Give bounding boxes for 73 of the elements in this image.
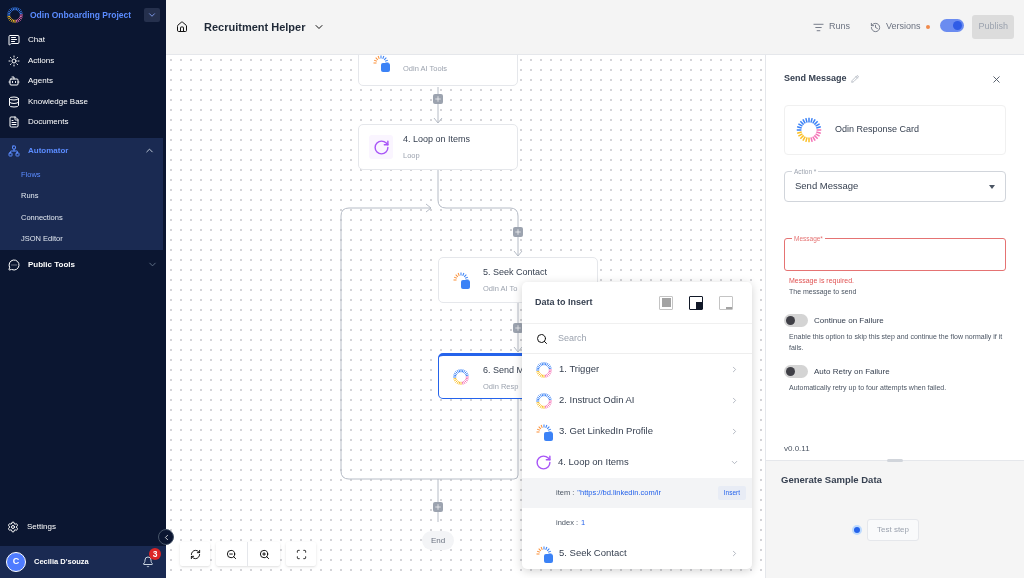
refresh-icon xyxy=(189,548,201,560)
panel-title: Send Message xyxy=(784,72,847,86)
loop-icon xyxy=(372,138,390,156)
live-toggle[interactable] xyxy=(940,19,965,32)
collapse-sidebar-button[interactable] xyxy=(158,529,174,545)
chat-icon xyxy=(8,258,20,271)
settings-link[interactable]: Settings xyxy=(27,521,56,533)
node-title: 4. Loop on Items xyxy=(403,133,471,146)
close-icon[interactable] xyxy=(991,73,1002,85)
database-icon xyxy=(8,95,20,108)
chevron-right-icon xyxy=(730,396,739,405)
search-icon xyxy=(536,332,548,345)
toggle-label: Continue on Failure xyxy=(814,314,884,327)
toggle-switch[interactable] xyxy=(784,365,808,378)
sidebar-item[interactable]: Documents xyxy=(0,112,166,133)
chevron-right-icon xyxy=(730,549,739,558)
versions-button[interactable]: Versions xyxy=(869,20,921,34)
project-logo-icon xyxy=(6,6,24,24)
layout-option[interactable] xyxy=(689,295,703,310)
notifications-icon[interactable] xyxy=(142,556,154,568)
version-label: v0.0.11 xyxy=(784,443,811,455)
end-node: End xyxy=(422,531,454,550)
node-title: 5. Seek Contact xyxy=(483,266,548,279)
document-icon xyxy=(8,116,20,129)
robot-icon xyxy=(8,75,20,88)
step-row[interactable]: 3. Get LinkedIn Profile xyxy=(522,416,752,447)
sidebar-item[interactable]: Chat xyxy=(0,30,166,51)
odin-logo-icon xyxy=(535,360,553,379)
home-icon[interactable] xyxy=(176,21,188,33)
loading-indicator xyxy=(852,525,862,536)
user-avatar[interactable]: C xyxy=(6,552,26,572)
odin-logo-icon xyxy=(535,544,553,563)
chevron-right-icon xyxy=(730,427,739,436)
odin-logo-icon xyxy=(535,391,553,410)
odin-logo-icon xyxy=(535,422,553,441)
step-row[interactable]: 5. Seek Contact xyxy=(522,538,752,569)
search-field[interactable]: Search xyxy=(558,331,738,346)
chat-icon xyxy=(8,34,20,47)
odin-logo-icon xyxy=(372,55,390,72)
sidebar-group[interactable]: Automator xyxy=(0,137,163,164)
fit-view-button[interactable] xyxy=(286,542,316,566)
zoom-in-icon xyxy=(258,548,270,560)
step-row[interactable]: 4. Loop on Items xyxy=(522,447,752,478)
section-title: Generate Sample Data xyxy=(781,473,883,487)
sidebar-item[interactable]: Actions xyxy=(0,50,166,71)
loop-icon xyxy=(535,454,552,471)
fit-view-icon xyxy=(295,548,307,560)
odin-logo-icon xyxy=(452,368,470,386)
zoom-out-icon xyxy=(226,548,237,560)
settings-icon xyxy=(7,521,19,533)
history-icon xyxy=(869,21,881,33)
caret-icon xyxy=(147,10,157,20)
odin-logo-icon xyxy=(452,271,470,289)
sidebar-item[interactable]: Knowledge Base xyxy=(0,91,166,112)
app-card: Odin Response Card xyxy=(784,105,1006,155)
odin-logo-icon xyxy=(795,116,823,144)
chevron-right-icon xyxy=(730,365,739,374)
sidebar-group[interactable]: Public Tools xyxy=(0,251,166,278)
network-icon xyxy=(8,144,20,157)
gear-icon xyxy=(8,54,20,67)
project-name[interactable]: Odin Onboarding Project xyxy=(30,8,132,22)
connector-line xyxy=(513,302,523,353)
sidebar-item[interactable]: Agents xyxy=(0,71,166,92)
runs-button[interactable]: Runs xyxy=(812,20,850,34)
chevron-down-icon xyxy=(730,458,739,467)
runs-icon xyxy=(812,21,824,33)
toggle-switch[interactable] xyxy=(784,314,808,327)
flow-title[interactable]: Recruitment Helper xyxy=(204,18,306,36)
notification-badge: 3 xyxy=(149,548,161,560)
add-step-button[interactable] xyxy=(513,323,523,333)
toggle-label: Auto Retry on Failure xyxy=(814,365,890,378)
caret-icon xyxy=(989,184,995,189)
reset-button[interactable] xyxy=(180,542,210,566)
